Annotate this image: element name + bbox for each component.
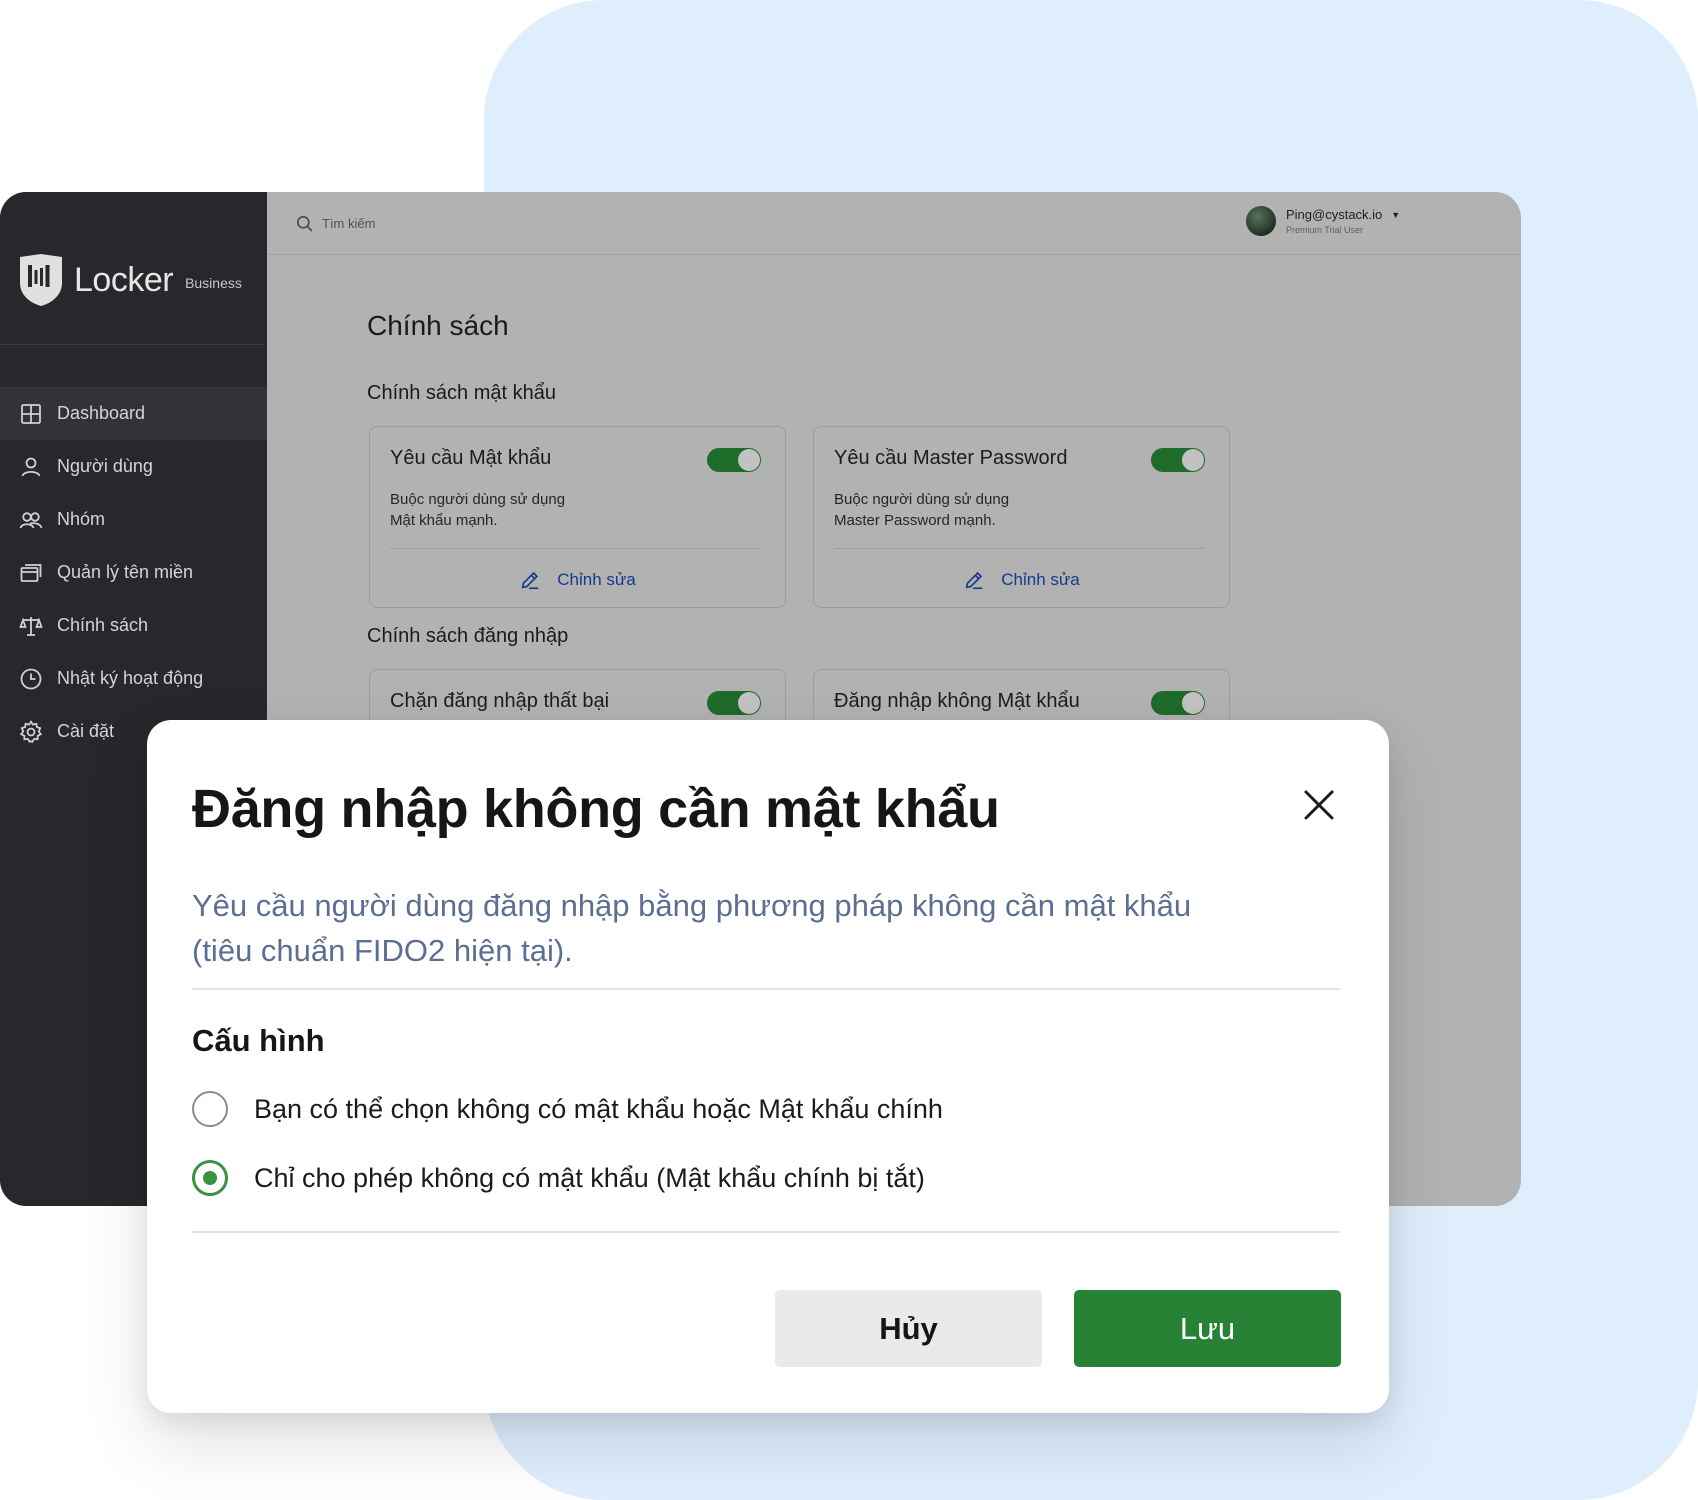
brand-name: Locker: [74, 260, 174, 299]
shield-logo-icon: [20, 254, 62, 306]
config-title: Cấu hình: [192, 1023, 325, 1058]
users-icon: [19, 511, 43, 528]
brand-logo[interactable]: Locker Business: [18, 250, 242, 310]
page-title: Chính sách: [367, 310, 509, 341]
sidebar-item-users[interactable]: Người dùng: [0, 440, 267, 493]
toggle-knob: [1182, 449, 1204, 471]
card-title: Đăng nhập không Mật khẩu: [834, 690, 1080, 712]
passwordless-modal: Đăng nhập không cần mật khẩu Yêu cầu ngư…: [147, 720, 1389, 1413]
card-divider: [390, 548, 761, 549]
radio-button[interactable]: [192, 1091, 228, 1127]
toggle-knob: [1182, 692, 1204, 714]
sidebar-item-label: Dashboard: [57, 403, 146, 423]
toggle-knob: [738, 449, 760, 471]
search-placeholder: Tìm kiếm: [322, 216, 376, 231]
brand-subtitle: Business: [185, 275, 242, 291]
user-menu[interactable]: Ping@cystack.io ▼ Premium Trial User: [1246, 206, 1400, 236]
edit-button[interactable]: Chỉnh sửa: [814, 569, 1229, 591]
balance-scale-icon: [19, 616, 43, 636]
card-desc-line: Buộc người dùng sử dụng: [390, 491, 566, 508]
search-icon: [296, 215, 313, 232]
toggle-switch[interactable]: [707, 691, 761, 715]
sidebar-item-label: Nhóm: [57, 509, 106, 529]
sidebar-item-groups[interactable]: Nhóm: [0, 493, 267, 546]
user-info: Ping@cystack.io ▼ Premium Trial User: [1286, 207, 1400, 235]
sidebar-item-label: Người dùng: [57, 456, 153, 476]
pencil-icon: [521, 571, 539, 590]
modal-description: Yêu cầu người dùng đăng nhập bằng phương…: [192, 888, 1192, 968]
edit-label: Chỉnh sửa: [1001, 570, 1080, 589]
modal-divider: [192, 988, 1340, 990]
sidebar-divider: [0, 344, 264, 345]
user-icon: [21, 457, 41, 476]
option-label: Chỉ cho phép không có mật khẩu (Mật khẩu…: [254, 1162, 925, 1193]
card-desc-line: Mật khẩu mạnh.: [390, 512, 498, 529]
section-title-login-policy: Chính sách đăng nhập: [367, 625, 569, 647]
section-title-password-policy: Chính sách mật khẩu: [367, 382, 556, 404]
gear-icon: [19, 719, 43, 743]
pencil-icon: [965, 571, 983, 590]
option-passwordless-only[interactable]: Chỉ cho phép không có mật khẩu (Mật khẩu…: [192, 1160, 925, 1196]
edit-button[interactable]: Chỉnh sửa: [370, 569, 785, 591]
card-description: Buộc người dùng sử dụng Mật khẩu mạnh.: [390, 489, 565, 531]
radio-button-checked[interactable]: [192, 1160, 228, 1196]
search-bar[interactable]: Tìm kiếm: [295, 214, 375, 233]
sidebar-item-domains[interactable]: Quản lý tên miền: [0, 546, 267, 599]
card-desc-line: Master Password mạnh.: [834, 512, 996, 529]
sidebar-item-label: Nhật ký hoạt động: [57, 668, 204, 688]
policy-card-require-master-password: Yêu cầu Master Password Buộc người dùng …: [813, 426, 1230, 608]
sidebar-item-label: Quản lý tên miền: [57, 562, 194, 582]
modal-divider: [192, 1231, 1340, 1233]
edit-label: Chỉnh sửa: [557, 570, 636, 589]
policy-card-require-password: Yêu cầu Mật khẩu Buộc người dùng sử dụng…: [369, 426, 786, 608]
sidebar-item-activity-log[interactable]: Nhật ký hoạt động: [0, 652, 267, 705]
toggle-switch[interactable]: [1151, 691, 1205, 715]
toggle-switch[interactable]: [1151, 448, 1205, 472]
close-icon[interactable]: [1301, 787, 1337, 823]
toggle-knob: [738, 692, 760, 714]
avatar: [1246, 206, 1276, 236]
option-label: Bạn có thể chọn không có mật khẩu hoặc M…: [254, 1093, 943, 1124]
toggle-switch[interactable]: [707, 448, 761, 472]
sidebar-item-policies[interactable]: Chính sách: [0, 599, 267, 652]
card-description: Buộc người dùng sử dụng Master Password …: [834, 489, 1009, 531]
sidebar-item-dashboard[interactable]: Dashboard: [0, 387, 267, 440]
sidebar-item-label: Chính sách: [57, 615, 149, 635]
user-email: Ping@cystack.io: [1286, 207, 1383, 222]
card-divider: [834, 548, 1205, 549]
save-button[interactable]: Lưu: [1074, 1290, 1341, 1367]
option-passwordless-or-master[interactable]: Bạn có thể chọn không có mật khẩu hoặc M…: [192, 1091, 943, 1127]
card-title: Yêu cầu Master Password: [834, 447, 1068, 469]
clock-icon: [20, 668, 42, 689]
cancel-button[interactable]: Hủy: [775, 1290, 1042, 1367]
topbar: Tìm kiếm Ping@cystack.io ▼ Premium Trial…: [267, 192, 1521, 255]
modal-title: Đăng nhập không cần mật khẩu: [192, 779, 1000, 839]
sidebar-nav: Dashboard Người dùng Nhóm Quản lý tên mi…: [0, 387, 267, 758]
grid-icon: [21, 403, 41, 424]
card-title: Chặn đăng nhập thất bại: [390, 690, 610, 712]
user-plan: Premium Trial User: [1286, 225, 1364, 235]
sidebar-item-label: Cài đặt: [57, 721, 115, 741]
user-email-row: Ping@cystack.io ▼: [1286, 207, 1400, 222]
window-stack-icon: [20, 563, 42, 582]
card-desc-line: Buộc người dùng sử dụng: [834, 491, 1010, 508]
card-title: Yêu cầu Mật khẩu: [390, 447, 552, 469]
caret-down-icon: ▼: [1391, 209, 1401, 220]
